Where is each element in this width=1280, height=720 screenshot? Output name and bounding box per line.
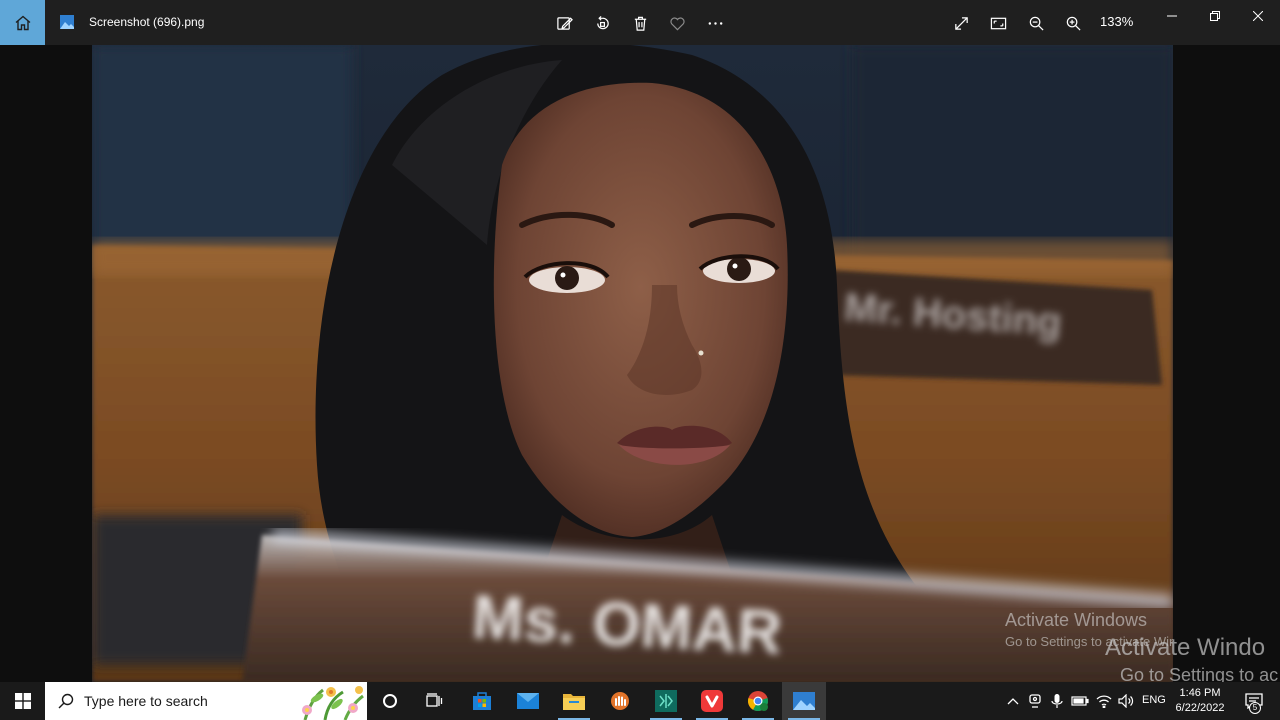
photos-app-window: Screenshot (696).png 133% Mr. Hosting Ms… bbox=[0, 0, 1280, 720]
notification-count-badge: 5 bbox=[1249, 702, 1261, 714]
clock-date: 6/22/2022 bbox=[1175, 702, 1225, 714]
more-icon bbox=[708, 21, 722, 25]
close-button[interactable] bbox=[1237, 0, 1279, 32]
search-highlight-flowers-icon bbox=[302, 686, 364, 720]
code-editor-button[interactable] bbox=[644, 682, 688, 720]
webcam-icon bbox=[1029, 694, 1041, 708]
zoom-out-button[interactable] bbox=[1024, 11, 1048, 35]
taskbar-search-box[interactable]: Type here to search bbox=[45, 682, 367, 720]
microsoft-store-icon bbox=[473, 692, 491, 710]
activate-windows-overlay-subtitle: Go to Settings to ac bbox=[1120, 665, 1279, 682]
restore-button[interactable] bbox=[1194, 0, 1236, 32]
hand-app-icon bbox=[611, 692, 629, 710]
chrome-button[interactable] bbox=[736, 682, 780, 720]
minimize-icon bbox=[1167, 15, 1177, 17]
photo-file-icon bbox=[60, 15, 74, 29]
task-view-button[interactable] bbox=[412, 682, 456, 720]
taskbar: Type here to search ENG 1:46 PM 6/22/202… bbox=[0, 682, 1280, 720]
title-bar: Screenshot (696).png 133% bbox=[0, 0, 1280, 45]
fit-to-window-icon bbox=[990, 17, 1006, 29]
task-view-icon bbox=[426, 693, 443, 707]
favorite-button[interactable] bbox=[665, 11, 689, 35]
cortana-button[interactable] bbox=[368, 682, 412, 720]
rotate-button[interactable] bbox=[590, 11, 614, 35]
close-icon bbox=[1253, 11, 1263, 21]
microsoft-store-button[interactable] bbox=[460, 682, 504, 720]
action-center-button[interactable] bbox=[1236, 682, 1272, 720]
file-explorer-button[interactable] bbox=[552, 682, 596, 720]
delete-button[interactable] bbox=[628, 11, 652, 35]
volume-icon bbox=[1118, 694, 1134, 708]
fullscreen-button[interactable] bbox=[949, 11, 973, 35]
windows-logo-icon bbox=[14, 693, 31, 709]
tray-microphone[interactable] bbox=[1048, 682, 1066, 720]
search-icon bbox=[58, 693, 74, 709]
wifi-icon bbox=[1096, 695, 1112, 708]
mail-button[interactable] bbox=[506, 682, 550, 720]
chrome-icon bbox=[748, 691, 768, 712]
home-icon bbox=[15, 15, 30, 30]
activate-windows-title: Activate Windows bbox=[1005, 610, 1148, 630]
tray-volume[interactable] bbox=[1116, 682, 1136, 720]
fullscreen-icon bbox=[954, 16, 968, 30]
zoom-in-icon bbox=[1066, 16, 1081, 31]
tray-battery[interactable] bbox=[1070, 682, 1090, 720]
file-title: Screenshot (696).png bbox=[89, 15, 205, 29]
zoom-in-button[interactable] bbox=[1061, 11, 1085, 35]
favorite-icon bbox=[669, 16, 685, 31]
chevron-up-icon bbox=[1007, 698, 1019, 705]
battery-icon bbox=[1071, 696, 1089, 706]
minimize-button[interactable] bbox=[1151, 0, 1193, 32]
input-language[interactable]: ENG bbox=[1142, 694, 1166, 706]
image-viewer[interactable]: Mr. Hosting Ms. OMAR Activate Windows Go… bbox=[0, 45, 1280, 682]
activate-windows-overlay-title: Activate Windo bbox=[1105, 634, 1266, 661]
microphone-icon bbox=[1051, 694, 1063, 708]
displayed-photo: Mr. Hosting Ms. OMAR Activate Windows Go… bbox=[92, 45, 1173, 682]
zoom-level[interactable]: 133% bbox=[1100, 14, 1133, 29]
fit-to-window-button[interactable] bbox=[986, 11, 1010, 35]
show-hidden-icons-button[interactable] bbox=[1004, 682, 1022, 720]
delete-icon bbox=[634, 16, 646, 31]
zoom-out-icon bbox=[1029, 16, 1044, 31]
vivaldi-icon bbox=[701, 690, 723, 712]
edit-button[interactable] bbox=[552, 11, 576, 35]
code-editor-icon bbox=[655, 690, 677, 712]
photos-icon bbox=[793, 692, 815, 710]
system-clock[interactable]: 1:46 PM 6/22/2022 bbox=[1172, 686, 1228, 716]
hand-app-button[interactable] bbox=[598, 682, 642, 720]
edit-image-icon bbox=[556, 16, 573, 30]
clock-time: 1:46 PM bbox=[1179, 687, 1221, 699]
tray-meet-now[interactable] bbox=[1026, 682, 1044, 720]
photos-button[interactable] bbox=[782, 682, 826, 720]
tray-wifi[interactable] bbox=[1094, 682, 1114, 720]
mail-icon bbox=[517, 693, 539, 709]
cortana-icon bbox=[383, 694, 397, 708]
more-options-button[interactable] bbox=[703, 11, 727, 35]
start-button[interactable] bbox=[0, 682, 45, 720]
rotate-icon bbox=[596, 15, 609, 29]
vivaldi-button[interactable] bbox=[690, 682, 734, 720]
restore-icon bbox=[1210, 11, 1220, 21]
home-button[interactable] bbox=[0, 0, 45, 45]
file-explorer-icon bbox=[563, 694, 585, 710]
search-placeholder: Type here to search bbox=[84, 693, 208, 709]
